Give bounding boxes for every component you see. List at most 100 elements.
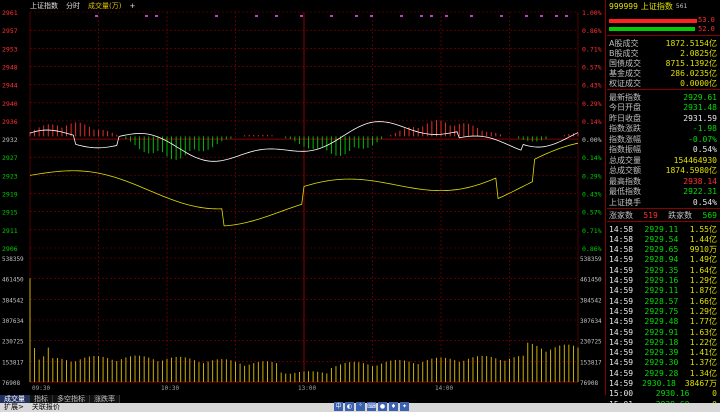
percent-tick-label: 0.71% (582, 45, 602, 53)
security-code: 999999 (609, 1, 638, 11)
down-strength-bar (609, 27, 695, 31)
tick-row[interactable]: 14:59 2929.91 1.63亿 (609, 327, 717, 337)
quote-row: 最低指数 2922.31 (609, 187, 717, 197)
security-suffix: 561 (675, 2, 688, 10)
tick-time: 14:59 (609, 358, 634, 368)
quote-row: 最新指数 2929.61 (609, 92, 717, 102)
tick-time: 14:58 (609, 224, 634, 234)
tick-row[interactable]: 14:59 2929.28 1.34亿 (609, 368, 717, 378)
tick-price: 2929.39 (644, 348, 679, 358)
intraday-chart-panel[interactable]: 上证指数 分时 成交量(万) + 2961 1.00% 2957 0.86% 2953 0… (0, 0, 606, 395)
tick-time: 14:59 (609, 265, 634, 275)
tick-time: 14:59 (609, 337, 634, 347)
security-name: 上证指数 (640, 1, 673, 11)
shirt-icon[interactable]: ♦ (389, 402, 398, 411)
quote-row: 指数振幅 0.54% (609, 145, 717, 155)
turnover-row: 国债成交 8715.1392亿 (609, 58, 717, 68)
news-marker (95, 15, 98, 17)
news-marker (155, 15, 158, 17)
updown-count-row: 涨家数 519 跌家数 569 (609, 210, 717, 220)
tick-row[interactable]: 14:59 2930.18 38467万 (609, 379, 717, 389)
price-tick-label: 2923 (2, 172, 18, 180)
tick-price: 2929.35 (644, 265, 679, 275)
tick-price: 2929.75 (644, 306, 679, 316)
volume-tick-label: 76908 (2, 380, 20, 387)
tick-volume: 38467万 (684, 379, 717, 388)
ime-toolbar: 中 ◐ ° ⌨ ● ♦ ✦ (334, 402, 409, 412)
tick-time: 14:58 (609, 245, 634, 255)
percent-tick-label: 0.57% (582, 63, 602, 71)
time-tick-label: 10:30 (161, 385, 179, 392)
quote-row-label: 最低指数 (609, 187, 641, 196)
tick-row[interactable]: 14:59 2929.35 1.64亿 (609, 265, 717, 275)
quote-row-label: 上证换手 (609, 197, 641, 207)
tick-price: 2929.65 (644, 245, 679, 255)
tick-price: 2928.94 (644, 255, 679, 265)
price-tick-label: 2927 (2, 154, 18, 162)
tick-row[interactable]: 14:59 2929.48 1.77亿 (609, 317, 717, 327)
news-marker (275, 15, 278, 17)
tab-indicator[interactable]: 指标 (30, 395, 53, 403)
volume-tick-label: 384542 (2, 297, 24, 304)
keyboard-icon[interactable]: ⌨ (367, 402, 376, 411)
quote-row-label: 指数振幅 (609, 145, 641, 154)
related-quotes-button[interactable]: 关联报价 (28, 403, 64, 412)
tick-row[interactable]: 14:59 2929.18 1.22亿 (609, 337, 717, 347)
tick-row[interactable]: 14:59 2929.75 1.29亿 (609, 306, 717, 316)
news-marker (255, 15, 258, 17)
tick-row[interactable]: 14:58 2929.65 9910万 (609, 245, 717, 255)
tab-updown-ratio[interactable]: 涨跌率 (90, 395, 120, 403)
tick-row[interactable]: 15:00 2930.16 0 (609, 389, 717, 399)
tick-row[interactable]: 14:59 2929.39 1.41亿 (609, 348, 717, 358)
punctuation-icon[interactable]: ° (356, 402, 365, 411)
price-tick-label: 2915 (2, 209, 18, 217)
quote-row: 指数涨幅 -0.07% (609, 134, 717, 144)
news-marker (555, 15, 558, 17)
tab-volume[interactable]: 成交量 (0, 395, 30, 403)
percent-tick-label: 0.14% (582, 154, 602, 162)
time-tick-label: 09:30 (32, 385, 50, 392)
quote-row: 上证换手 0.54% (609, 197, 717, 207)
volume-tick-label: 307634 (2, 318, 24, 325)
moon-icon[interactable]: ◐ (345, 402, 354, 411)
time-tick-label: 13:00 (298, 385, 316, 392)
tick-time: 14:59 (609, 306, 634, 316)
percent-tick-label: 0.57% (582, 209, 602, 217)
quote-row-label: 总成交量 (609, 155, 641, 165)
tab-long-short[interactable]: 多空指标 (53, 395, 90, 403)
user-icon[interactable]: ● (378, 402, 387, 411)
ime-chinese-icon[interactable]: 中 (334, 402, 343, 411)
quote-row-label: 总成交额 (609, 166, 641, 175)
volume-tick-label-right: 307634 (580, 318, 602, 325)
turnover-row-label: 权证成交 (609, 78, 641, 88)
expand-button[interactable]: 扩展> (0, 403, 28, 412)
tick-price: 2928.57 (644, 296, 679, 306)
tick-row[interactable]: 14:58 2929.11 1.55亿 (609, 224, 717, 234)
tick-time: 14:59 (609, 276, 634, 285)
tick-price: 2930.16 (655, 389, 690, 399)
tick-row[interactable]: 14:59 2929.30 1.37亿 (609, 358, 717, 368)
tick-row[interactable]: 14:59 2929.11 1.87亿 (609, 286, 717, 296)
percent-tick-label: 0.43% (582, 82, 602, 90)
quote-row-value: -1.98 (692, 124, 717, 133)
settings-icon[interactable]: ✦ (400, 402, 409, 411)
turnover-row: 权证成交 0.0000亿 (609, 78, 717, 88)
tick-price: 2929.30 (644, 358, 679, 368)
volume-tick-label-right: 76908 (580, 380, 598, 387)
quote-row: 指数涨跌 -1.98 (609, 124, 717, 134)
news-marker (525, 15, 528, 17)
tick-price: 2929.28 (644, 368, 679, 378)
chart-canvas[interactable]: 2961 1.00% 2957 0.86% 2953 0.71% 2948 0.57% 2944… (0, 0, 606, 395)
news-marker (445, 15, 448, 17)
quote-row-value: 2931.48 (683, 103, 717, 112)
tick-row[interactable]: 14:59 2928.94 1.49亿 (609, 255, 717, 265)
tick-row[interactable]: 14:59 2928.57 1.66亿 (609, 296, 717, 306)
up-count-label: 涨家数 (609, 210, 633, 220)
tick-row[interactable]: 14:58 2929.54 1.44亿 (609, 234, 717, 244)
tick-row[interactable]: 14:59 2929.16 1.29亿 (609, 276, 717, 286)
percent-tick-label: 0.86% (582, 27, 602, 35)
divider (607, 89, 720, 90)
price-tick-label: 2911 (2, 227, 18, 235)
quote-row-value: 2931.59 (683, 113, 717, 123)
percent-tick-label: 0.71% (582, 227, 602, 235)
